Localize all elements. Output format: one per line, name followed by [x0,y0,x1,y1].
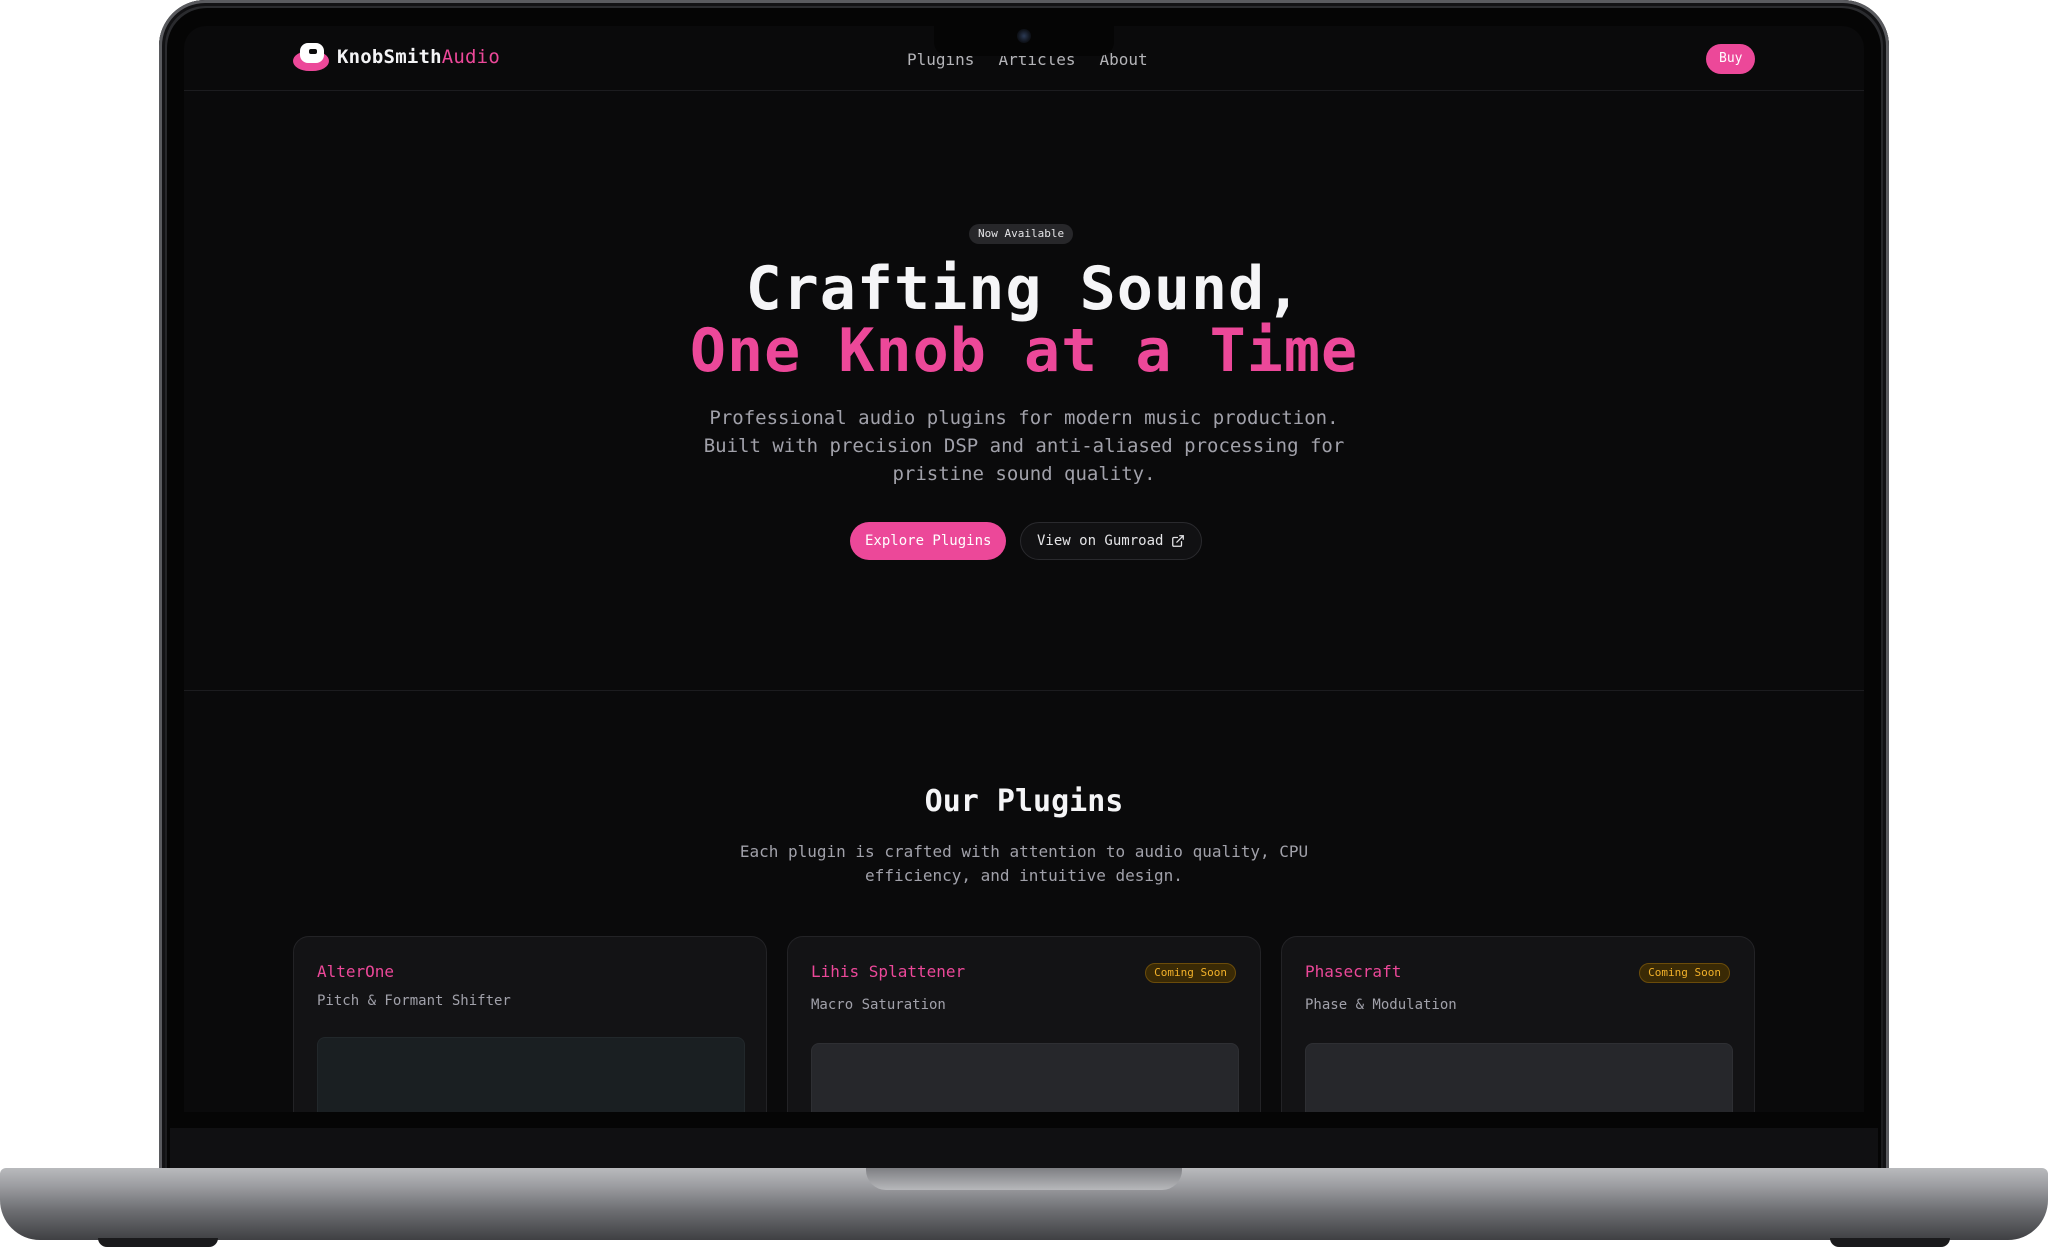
plugin-card-preview [811,1043,1239,1112]
brand-logo[interactable]: KnobSmithAudio [293,41,500,73]
explore-plugins-button[interactable]: Explore Plugins [850,522,1007,560]
plugin-card-description: Phase & Modulation [1305,997,1457,1013]
hero-subtitle: Professional audio plugins for modern mu… [703,407,1345,485]
laptop-opening-notch [866,1168,1182,1190]
laptop-screen: KnobSmithAudio Plugins Articles About Bu… [184,26,1864,1112]
plugins-section-title: Our Plugins [924,784,1124,819]
brand-name-accent: Audio [441,46,500,68]
website: KnobSmithAudio Plugins Articles About Bu… [184,26,1864,1112]
plugin-card-phasecraft[interactable]: Phasecraft Coming Soon Phase & Modulatio… [1281,936,1755,1112]
brand-name-primary: KnobSmith [337,46,442,68]
hero-title-line2: One Knob at a Time [689,316,1359,386]
plugin-card-name: Lihis Splattener [811,962,966,981]
coming-soon-badge: Coming Soon [1639,963,1730,983]
now-available-badge: Now Available [969,224,1074,244]
coming-soon-badge: Coming Soon [1145,963,1236,983]
view-on-gumroad-button[interactable]: View on Gumroad [1020,522,1203,560]
view-on-gumroad-label: View on Gumroad [1037,533,1164,549]
brand-name: KnobSmithAudio [337,46,500,68]
laptop-foot-left [98,1238,218,1247]
plugin-card-name: Phasecraft [1305,962,1402,981]
plugin-card-description: Macro Saturation [811,997,946,1013]
knob-logo-icon [293,41,329,73]
hero-title: Crafting Sound, One Knob at a Time [184,258,1864,382]
plugin-card-preview [1305,1043,1733,1112]
plugin-card-alterone[interactable]: AlterOne Pitch & Formant Shifter [293,936,767,1112]
plugin-card-name: AlterOne [317,962,395,981]
hero-title-line1: Crafting Sound, [745,254,1303,324]
plugin-card-lihis-splattener[interactable]: Lihis Splattener Coming Soon Macro Satur… [787,936,1261,1112]
plugin-card-preview [317,1037,745,1112]
laptop-chin [170,1128,1878,1168]
laptop-foot-right [1830,1238,1950,1247]
external-link-icon [1172,535,1185,547]
section-divider [184,690,1864,691]
camera-icon [1017,29,1031,43]
plugins-section-subtitle: Each plugin is crafted with attention to… [739,842,1309,885]
buy-button[interactable]: Buy [1706,44,1756,74]
plugin-card-description: Pitch & Formant Shifter [317,993,511,1009]
